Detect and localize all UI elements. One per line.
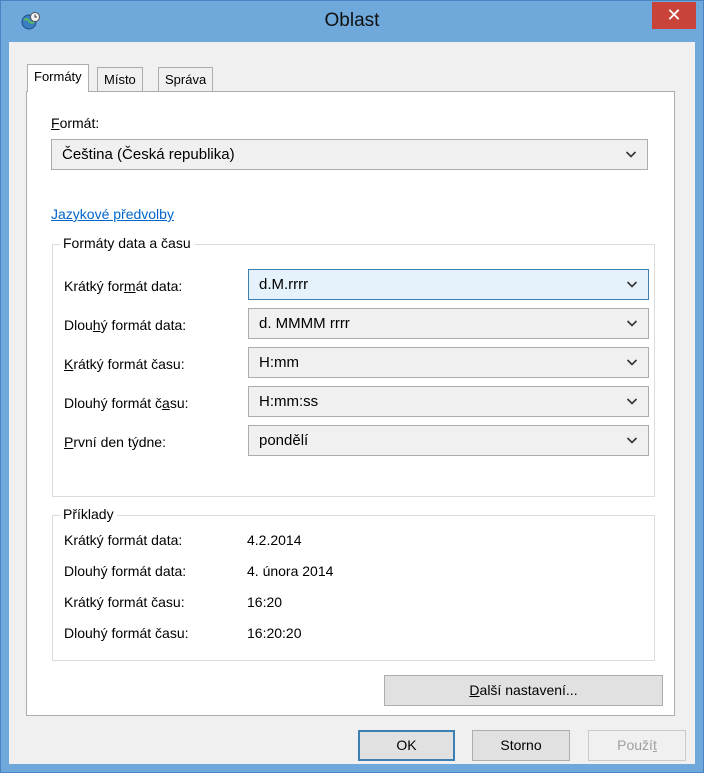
language-preferences-link[interactable]: Jazykové předvolby	[51, 206, 174, 222]
chevron-down-icon	[626, 281, 638, 288]
example-long-time-value: 16:20:20	[247, 625, 302, 641]
long-date-label: Dlouhý formát data:	[64, 317, 187, 333]
window-title: Oblast	[324, 10, 380, 31]
cancel-button[interactable]: Storno	[472, 730, 570, 761]
chevron-down-icon	[626, 359, 638, 366]
short-date-label: Krátký formát data:	[64, 278, 183, 294]
more-settings-button[interactable]: Další nastavení...	[384, 675, 663, 706]
chevron-down-icon	[625, 151, 637, 158]
region-dialog: Oblast ✕ Formáty Místo Správa Formát: Če…	[0, 0, 704, 773]
format-select[interactable]: Čeština (Česká republika)	[51, 139, 648, 170]
long-time-label: Dlouhý formát času:	[64, 395, 189, 411]
long-time-select[interactable]: H:mm:ss	[248, 386, 649, 417]
examples-group: Příklady Krátký formát data: 4.2.2014 Dl…	[52, 506, 655, 661]
dialog-client: Formáty Místo Správa Formát: Čeština (Če…	[9, 42, 695, 764]
tab-administrative[interactable]: Správa	[158, 67, 214, 91]
short-time-select[interactable]: H:mm	[248, 347, 649, 378]
example-short-time-label: Krátký formát času:	[64, 594, 185, 610]
close-button[interactable]: ✕	[652, 2, 696, 29]
chevron-down-icon	[626, 437, 638, 444]
datetime-formats-group: Formáty data a času Krátký formát data: …	[52, 235, 655, 497]
example-short-time-value: 16:20	[247, 594, 283, 610]
chevron-down-icon	[626, 320, 638, 327]
first-day-label: První den týdne:	[64, 434, 166, 450]
short-date-select[interactable]: d.M.rrrr	[248, 269, 649, 300]
close-icon: ✕	[666, 5, 682, 25]
short-time-label: Krátký formát času:	[64, 356, 185, 372]
chevron-down-icon	[626, 398, 638, 405]
example-long-date-label: Dlouhý formát data:	[64, 563, 187, 579]
format-label: Formát:	[51, 115, 100, 131]
datetime-group-title: Formáty data a času	[60, 235, 194, 251]
example-long-date-value: 4. února 2014	[247, 563, 334, 579]
examples-group-title: Příklady	[60, 506, 117, 522]
tab-location[interactable]: Místo	[97, 67, 143, 91]
first-day-select[interactable]: pondělí	[248, 425, 649, 456]
ok-button[interactable]: OK	[358, 730, 455, 761]
tab-formats[interactable]: Formáty	[27, 64, 89, 92]
apply-button[interactable]: Použít	[588, 730, 686, 761]
formats-panel: Formát: Čeština (Česká republika) Jazyko…	[26, 91, 675, 716]
example-long-time-label: Dlouhý formát času:	[64, 625, 189, 641]
format-select-value: Čeština (Česká republika)	[62, 146, 235, 163]
example-short-date-value: 4.2.2014	[247, 532, 302, 548]
example-short-date-label: Krátký formát data:	[64, 532, 183, 548]
long-date-select[interactable]: d. MMMM rrrr	[248, 308, 649, 339]
title-bar[interactable]: Oblast ✕	[1, 1, 703, 42]
